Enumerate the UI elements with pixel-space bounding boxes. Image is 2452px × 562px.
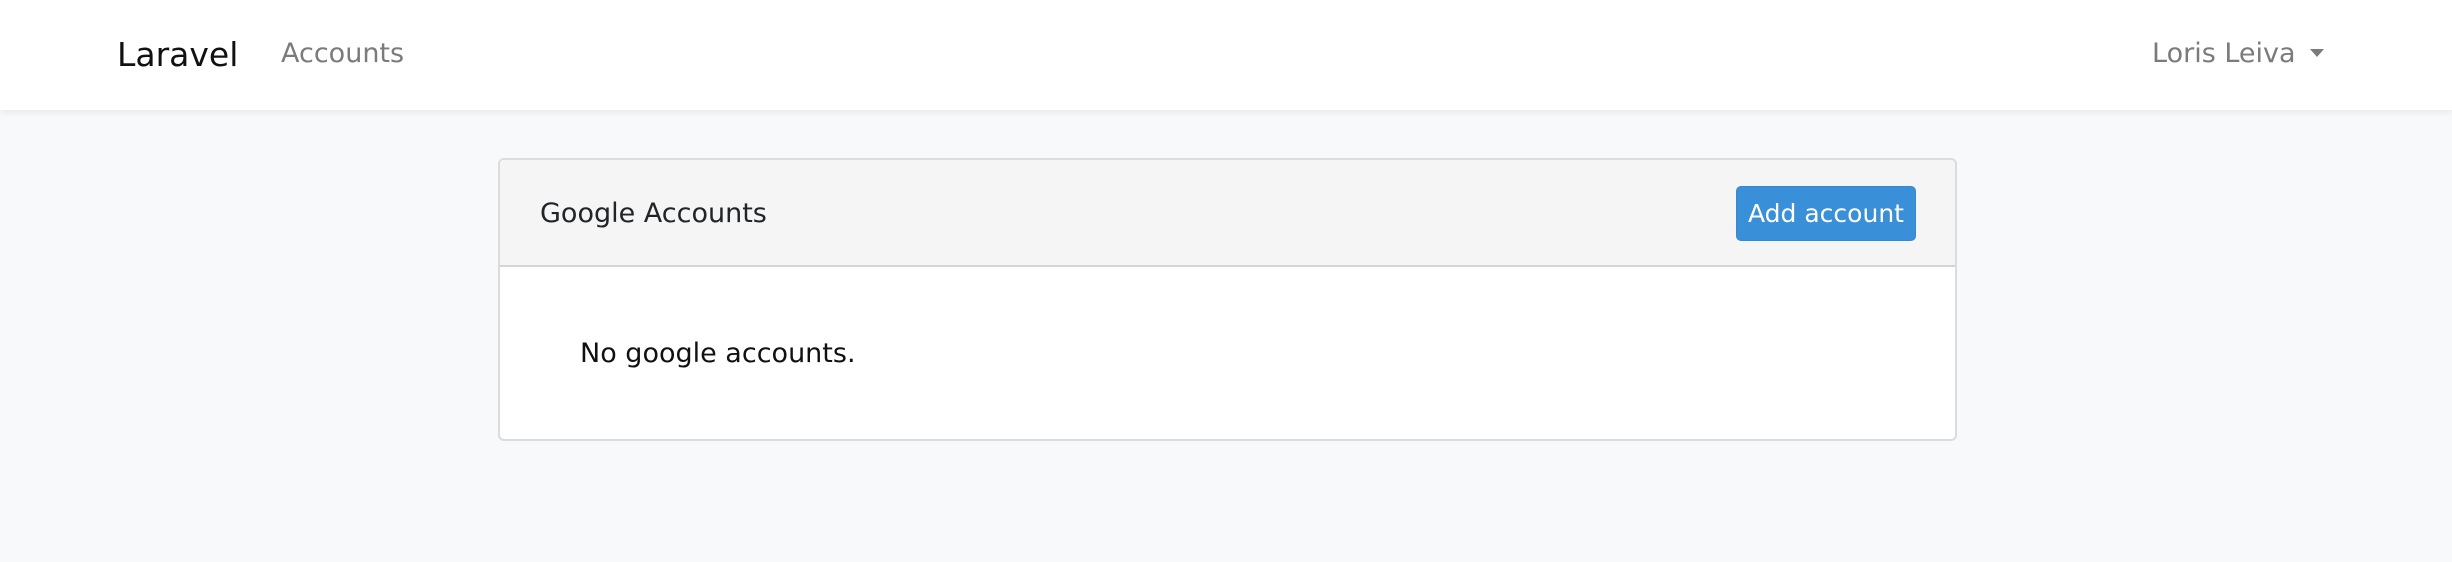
card-title: Google Accounts <box>540 198 767 229</box>
brand-link[interactable]: Laravel <box>117 0 238 110</box>
user-name: Loris Leiva <box>2152 38 2296 69</box>
add-account-button[interactable]: Add account <box>1736 186 1916 241</box>
caret-down-icon <box>2309 49 2324 57</box>
user-menu-dropdown[interactable]: Loris Leiva <box>2152 0 2324 110</box>
google-accounts-card: Google Accounts Add account No google ac… <box>498 158 1957 441</box>
card-body: No google accounts. <box>500 267 1955 439</box>
card-header: Google Accounts Add account <box>500 160 1955 267</box>
top-navbar: Laravel Accounts Loris Leiva <box>0 0 2452 110</box>
nav-link-accounts[interactable]: Accounts <box>281 0 404 110</box>
empty-state-message: No google accounts. <box>580 338 856 369</box>
